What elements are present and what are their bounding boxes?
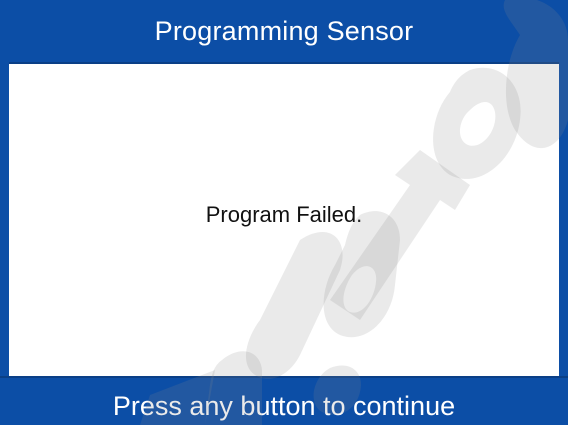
screen-title: Programming Sensor <box>154 15 414 46</box>
continue-prompt-bar[interactable]: Press any button to continue <box>0 376 568 425</box>
continue-prompt[interactable]: Press any button to continue <box>113 391 455 422</box>
message-panel: Program Failed. <box>9 64 559 374</box>
tpms-screen: Programming Sensor Program Failed. Press… <box>0 0 568 425</box>
right-frame <box>559 62 568 376</box>
title-bar: Programming Sensor <box>0 0 568 64</box>
left-frame <box>0 62 9 376</box>
status-message: Program Failed. <box>205 202 363 227</box>
